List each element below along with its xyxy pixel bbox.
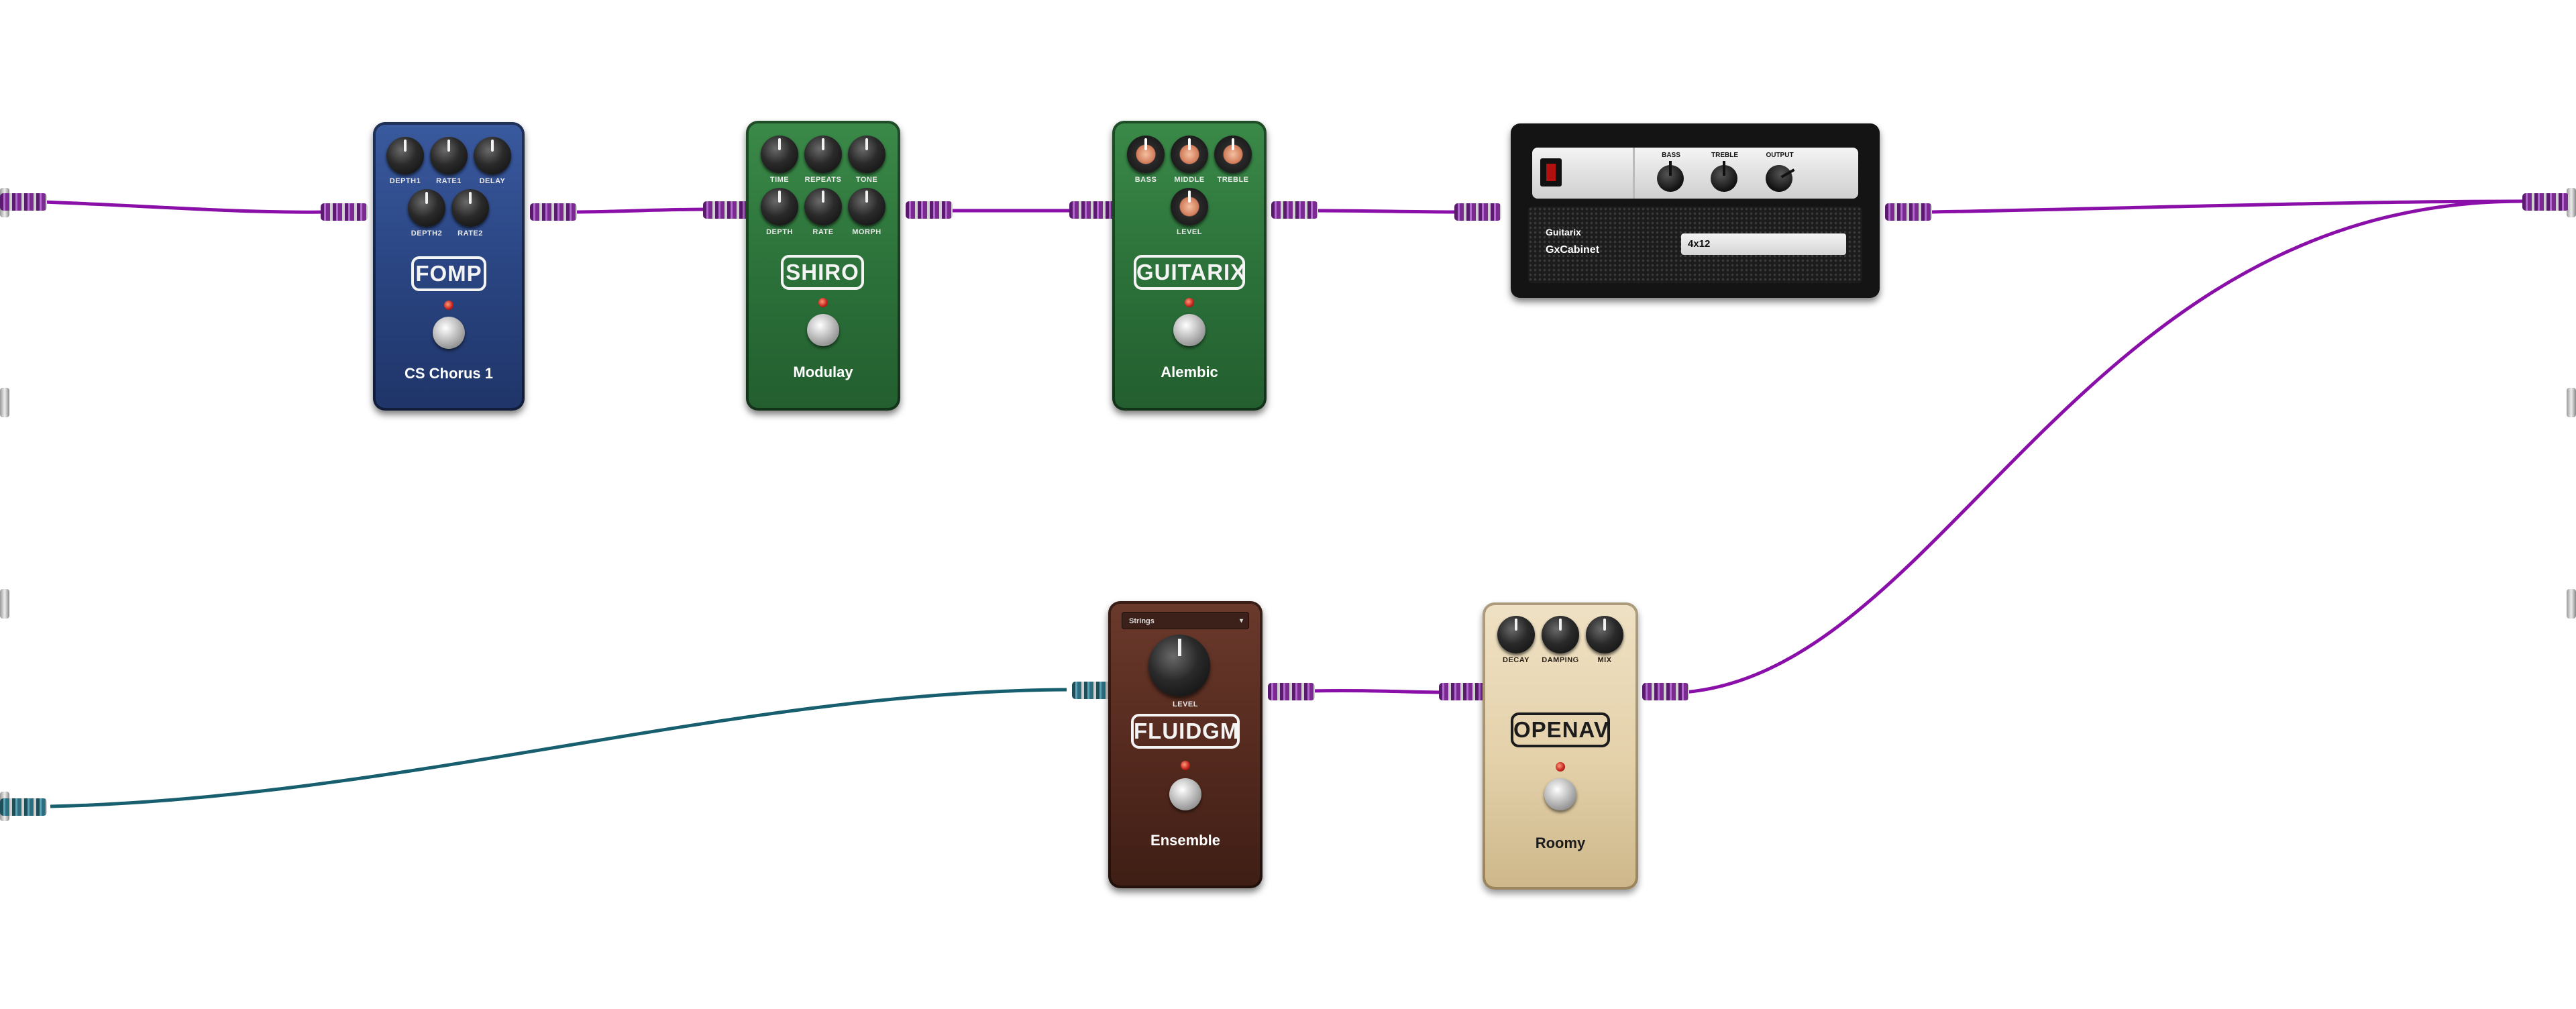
cable-guitarix-to-cabinet: [1314, 209, 1456, 214]
cabinet-name: GxCabinet: [1546, 244, 1600, 256]
cable-jack[interactable]: [1885, 203, 1932, 221]
footswitch-icon[interactable]: [1173, 314, 1205, 346]
cable-input-to-fluidgm: [50, 688, 1067, 808]
pedal-name: CS Chorus 1: [404, 365, 494, 382]
pedal-shiro[interactable]: TIME REPEATS TONE DEPTH RATE MORPH SHIRO…: [746, 121, 900, 411]
output-port-2[interactable]: [2567, 388, 2576, 417]
knob-depth1[interactable]: [386, 137, 424, 174]
cable-jack[interactable]: [1069, 201, 1116, 219]
input-port-3[interactable]: [0, 589, 9, 619]
preset-select[interactable]: Strings ▾: [1122, 612, 1249, 629]
cable-jack[interactable]: [1454, 203, 1501, 221]
cabinet-gxcabinet[interactable]: BASS TREBLE OUTPUT Guitarix GxCabinet 4x…: [1511, 123, 1880, 298]
pedal-logo: FOMP: [411, 256, 486, 291]
knob-mix[interactable]: [1586, 616, 1623, 653]
knob-level[interactable]: [1171, 188, 1208, 225]
pedal-logo: OPENAV: [1511, 712, 1610, 747]
knob-label: MORPH: [852, 228, 881, 236]
pedal-name: Ensemble: [1150, 832, 1220, 849]
cable-jack[interactable]: [321, 203, 368, 221]
knob-cab-output[interactable]: [1760, 160, 1798, 197]
pedal-logo: GUITARIX: [1134, 255, 1245, 290]
led-indicator: [444, 301, 453, 310]
knob-decay[interactable]: [1497, 616, 1535, 653]
knob-label: TREBLE: [1217, 176, 1249, 184]
cable-jack[interactable]: [530, 203, 577, 221]
knob-cab-bass[interactable]: [1657, 161, 1684, 192]
cable-fluidgm-to-openav: [1307, 688, 1443, 694]
knob-morph[interactable]: [848, 188, 885, 225]
input-port-2[interactable]: [0, 388, 9, 417]
cable-jack[interactable]: [2522, 193, 2569, 211]
cable-jack[interactable]: [0, 798, 47, 816]
knob-depth[interactable]: [761, 188, 798, 225]
cabinet-panel: BASS TREBLE OUTPUT: [1532, 148, 1858, 199]
power-switch[interactable]: [1540, 158, 1562, 187]
pedal-logo: FLUIDGM: [1131, 714, 1240, 749]
knob-time[interactable]: [761, 136, 798, 173]
cable-jack[interactable]: [906, 201, 953, 219]
cable-input-to-fomp: [23, 199, 329, 214]
footswitch-icon[interactable]: [1169, 778, 1201, 810]
led-indicator: [1556, 762, 1565, 772]
led-indicator: [1181, 761, 1190, 770]
cable-jack[interactable]: [1268, 683, 1315, 700]
knob-rate[interactable]: [804, 188, 842, 225]
knob-level[interactable]: [1148, 635, 1210, 696]
led-indicator: [818, 298, 828, 307]
cab-knob-label: OUTPUT: [1766, 152, 1794, 159]
knob-tone[interactable]: [848, 136, 885, 173]
pedal-name: Alembic: [1161, 364, 1218, 380]
cab-knob-label: TREBLE: [1711, 152, 1738, 159]
cable-fomp-to-shiro: [573, 207, 712, 214]
knob-rate1[interactable]: [430, 137, 468, 174]
cabinet-brand: Guitarix: [1546, 227, 1581, 237]
knob-delay[interactable]: [474, 137, 511, 174]
cabinet-model-select[interactable]: 4x12: [1681, 233, 1846, 255]
pedal-name: Roomy: [1535, 835, 1586, 851]
knob-repeats[interactable]: [804, 136, 842, 173]
knob-middle[interactable]: [1171, 136, 1208, 173]
knob-cab-treble[interactable]: [1711, 161, 1737, 192]
cable-jack[interactable]: [1439, 683, 1486, 700]
knob-label: LEVEL: [1177, 228, 1202, 236]
pedal-name: Modulay: [793, 364, 853, 380]
pedal-fomp[interactable]: DEPTH1 RATE1 DELAY DEPTH2 RATE2 FOMP CS …: [373, 122, 525, 411]
knob-label: RATE2: [458, 229, 483, 237]
knob-bass[interactable]: [1127, 136, 1165, 173]
cable-jack[interactable]: [0, 193, 47, 211]
footswitch-icon[interactable]: [807, 314, 839, 346]
cable-jack[interactable]: [1642, 683, 1689, 700]
knob-depth2[interactable]: [408, 189, 445, 227]
pedal-logo: SHIRO: [781, 255, 864, 290]
cable-jack[interactable]: [1271, 201, 1318, 219]
knob-treble[interactable]: [1214, 136, 1252, 173]
knob-label: MIX: [1597, 656, 1612, 664]
footswitch-icon[interactable]: [433, 317, 465, 349]
chevron-down-icon: ▾: [1239, 617, 1243, 625]
pedal-openav[interactable]: DECAY DAMPING MIX OPENAV Roomy: [1483, 602, 1638, 890]
cable-jack[interactable]: [703, 201, 750, 219]
knob-label: TONE: [855, 176, 878, 184]
led-indicator: [1185, 298, 1194, 307]
pedal-guitarix[interactable]: BASS MIDDLE TREBLE LEVEL GUITARIX Alembi…: [1112, 121, 1267, 411]
output-port-3[interactable]: [2567, 589, 2576, 619]
pedal-fluidgm[interactable]: Strings ▾ LEVEL FLUIDGM Ensemble: [1108, 601, 1263, 888]
knob-label: DELAY: [479, 177, 506, 185]
footswitch-icon[interactable]: [1544, 778, 1576, 810]
knob-rate2[interactable]: [451, 189, 489, 227]
knob-damping[interactable]: [1542, 616, 1579, 653]
cab-knob-label: BASS: [1662, 152, 1680, 159]
knob-label: LEVEL: [1173, 700, 1198, 708]
